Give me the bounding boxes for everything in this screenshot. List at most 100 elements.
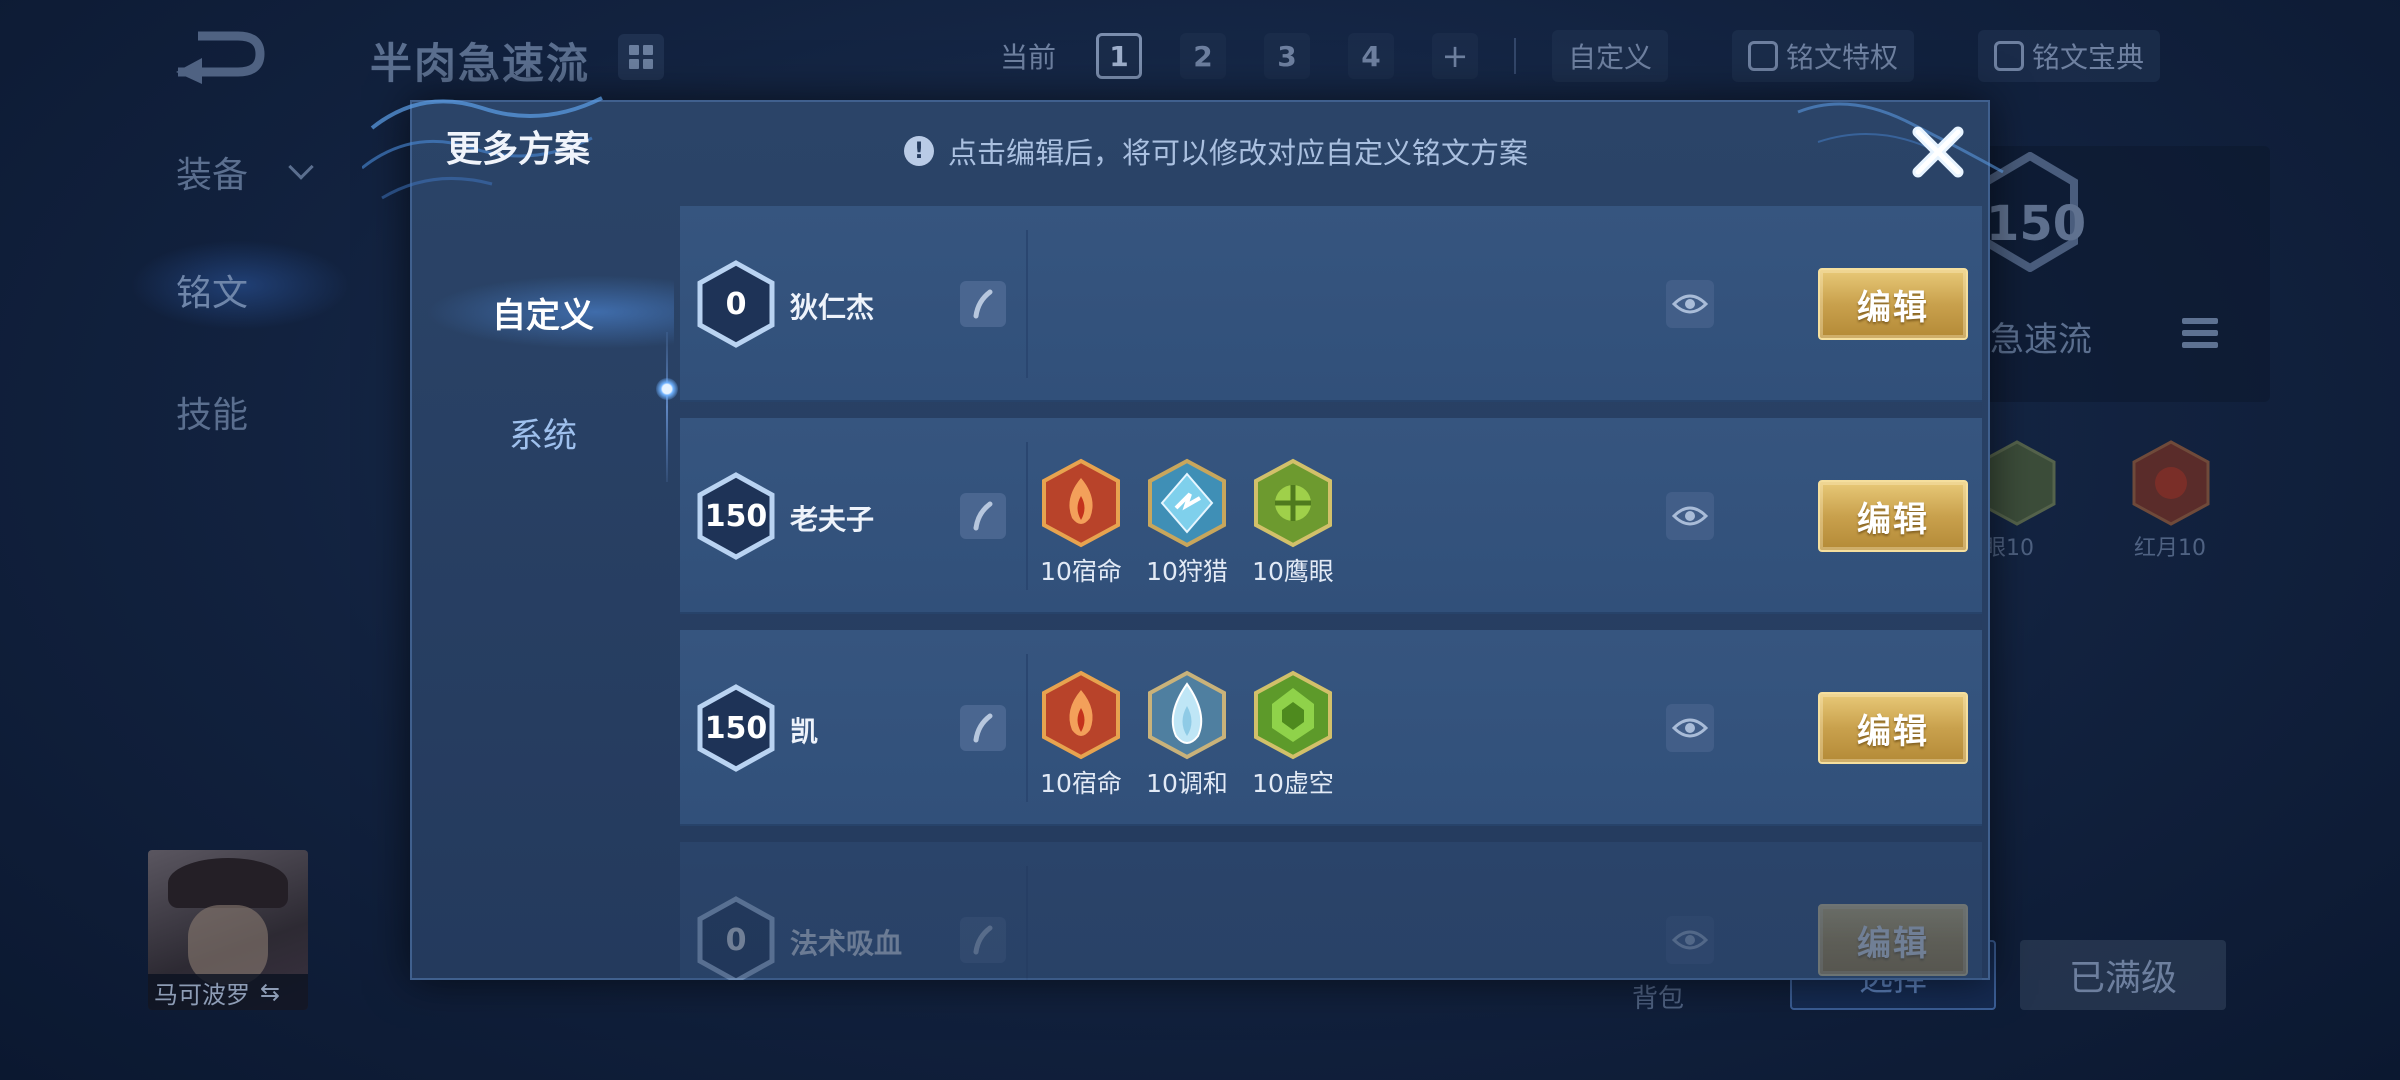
rune-hawkeye-icon [1254,458,1332,548]
codex-icon [1994,41,2025,71]
rename-button[interactable] [960,917,1006,963]
scheme-name-partial: 急速流 [1990,320,2092,360]
hero-avatar[interactable]: 马可波罗 ⇆ [148,850,308,1010]
edit-button[interactable]: 编辑 [1818,904,1968,976]
level-badge: 150 [696,471,776,561]
maxed-button[interactable]: 已满级 [2020,940,2226,1010]
edit-button[interactable]: 编辑 [1818,268,1968,340]
level-badge: 0 [696,259,776,349]
notice: ! 点击编辑后，将可以修改对应自定义铭文方案 [904,130,1528,172]
scheme-name: 老夫子 [790,503,875,536]
level-value: 150 [704,710,768,746]
rune-label: 10调和 [1146,769,1228,798]
level-value: 0 [725,922,747,958]
rune-void-icon [1254,670,1332,760]
preview-button[interactable] [1666,280,1714,328]
rune-hunt-icon [1148,458,1226,548]
close-icon [1912,126,1964,178]
rune-label: 10宿命 [1040,557,1122,586]
side-equip[interactable]: 装备 [176,146,248,198]
hero-name-bar: 马可波罗 ⇆ [148,974,308,1010]
rune-label: 10虚空 [1252,769,1334,798]
badge-level: 150 [1986,196,2087,252]
page-2-button[interactable]: 2 [1180,33,1227,79]
rename-button[interactable] [960,281,1006,327]
page-1-button[interactable]: 1 [1096,33,1143,79]
rune-redmoon-icon [2132,440,2210,526]
scheme-page-nav: 当前 1 2 3 4 + 自定义 铭文特权 铭文宝典 [1000,30,2224,82]
tab-indicator-line [666,332,668,482]
level-value: 150 [704,498,768,534]
row-divider [1026,442,1028,590]
scheme-row: 0 法术吸血 编辑 [680,842,1982,980]
eye-icon [1672,294,1708,314]
rename-button[interactable] [960,493,1006,539]
rune-item[interactable]: 10鹰眼 [1252,458,1334,588]
hero-hat [168,858,288,908]
pencil-icon [973,713,993,743]
rune-item[interactable]: 10虚空 [1252,670,1334,800]
tab-custom[interactable]: 自定义 [412,272,674,352]
side-skills[interactable]: 技能 [176,386,248,438]
rune-label: 10狩猎 [1146,557,1228,586]
nav-divider [1514,38,1517,74]
custom-label: 自定义 [1568,41,1653,74]
row-divider [1026,230,1028,378]
level-badge: 0 [696,895,776,980]
rune-item[interactable]: 10狩猎 [1146,458,1228,588]
rune-set: 10宿命 10调和 10虚空 [1040,670,1334,800]
rune-item[interactable]: 10调和 [1146,670,1228,800]
rune-eye-label: 眼10 [1984,536,2034,561]
rename-button[interactable] [960,705,1006,751]
modal-sidebar: 自定义 系统 [412,202,678,978]
preview-button[interactable] [1666,492,1714,540]
hero-name: 马可波罗 [154,980,250,1009]
tab-indicator-dot [656,378,678,400]
list-icon[interactable] [2182,318,2218,358]
preview-button[interactable] [1666,916,1714,964]
edit-button[interactable]: 编辑 [1818,692,1968,764]
bag-label[interactable]: 背包 [1632,978,1684,1015]
modal-header: 更多方案 ! 点击编辑后，将可以修改对应自定义铭文方案 [412,102,1988,202]
rune-label: 10宿命 [1040,769,1122,798]
preview-button[interactable] [1666,704,1714,752]
scheme-list[interactable]: 0 狄仁杰 编辑 150 老夫子 10宿命 10狩猎 10鹰眼 编辑 150 凯… [680,206,1990,980]
level-value: 0 [725,286,747,322]
pencil-icon [973,501,993,531]
rune-item[interactable]: 10宿命 [1040,670,1122,800]
side-runes[interactable]: 铭文 [176,264,248,316]
info-icon: ! [904,136,934,166]
close-button[interactable] [1898,112,1978,192]
codex-button[interactable]: 铭文宝典 [1978,30,2161,82]
privilege-label: 铭文特权 [1786,41,1899,74]
scheme-name: 狄仁杰 [790,291,875,324]
pencil-icon [973,925,993,955]
row-divider [1026,654,1028,802]
row-divider [1026,866,1028,980]
privilege-icon [1748,41,1779,71]
grid-icon[interactable] [618,34,664,80]
rune-redmoon-label: 红月10 [2134,536,2206,561]
back-icon[interactable] [168,28,268,86]
scheme-row: 0 狄仁杰 编辑 [680,206,1982,402]
page-3-button[interactable]: 3 [1264,33,1311,79]
rune-fate-icon [1042,458,1120,548]
scheme-name: 凯 [790,715,819,748]
more-schemes-modal: 更多方案 ! 点击编辑后，将可以修改对应自定义铭文方案 自定义 系统 0 狄仁杰 [362,96,2004,980]
swap-icon[interactable]: ⇆ [260,978,280,1006]
privilege-button[interactable]: 铭文特权 [1732,30,1915,82]
custom-button[interactable]: 自定义 [1552,30,1669,82]
scheme-row: 150 凯 10宿命 10调和 10虚空 编辑 [680,630,1982,826]
rune-harmony-icon [1148,670,1226,760]
eye-icon [1672,718,1708,738]
tab-system[interactable]: 系统 [412,392,674,472]
add-page-button[interactable]: + [1432,33,1479,79]
notice-text: 点击编辑后，将可以修改对应自定义铭文方案 [948,136,1529,170]
edit-button[interactable]: 编辑 [1818,480,1968,552]
rune-set: 10宿命 10狩猎 10鹰眼 [1040,458,1334,588]
rune-fate-icon [1042,670,1120,760]
eye-icon [1672,506,1708,526]
rune-item[interactable]: 10宿命 [1040,458,1122,588]
page-4-button[interactable]: 4 [1348,33,1395,79]
scheme-row: 150 老夫子 10宿命 10狩猎 10鹰眼 编辑 [680,418,1982,614]
